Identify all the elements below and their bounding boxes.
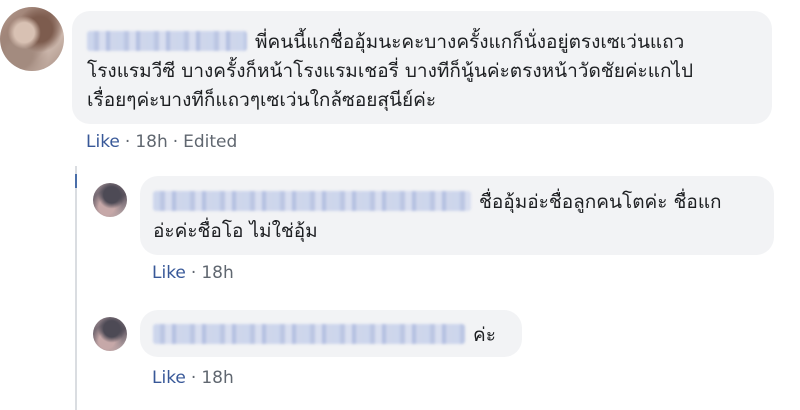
reply-actions: Like · 18h <box>152 368 234 388</box>
avatar[interactable] <box>93 317 127 351</box>
reply-text: ชื่ออุ้มอ่ะชื่อลูกคนโตค่ะ ชื่อแก อ่ะค่ะช… <box>153 188 756 246</box>
commenter-name-blurred[interactable] <box>153 324 465 344</box>
reply-body: ค่ะ <box>473 324 496 346</box>
avatar[interactable] <box>93 183 127 217</box>
reply-actions: Like · 18h <box>152 263 234 283</box>
like-button[interactable]: Like <box>152 368 186 388</box>
separator: · <box>124 132 131 152</box>
like-button[interactable]: Like <box>152 263 186 283</box>
avatar[interactable] <box>0 7 64 71</box>
comment-time[interactable]: 18h <box>135 132 167 152</box>
reply-time[interactable]: 18h <box>201 368 233 388</box>
like-button[interactable]: Like <box>86 132 120 152</box>
commenter-name-blurred[interactable] <box>87 31 247 51</box>
separator: · <box>172 132 179 152</box>
commenter-name-blurred[interactable] <box>153 191 471 211</box>
comment-text: พี่คนนี้แกชื่ออุ้มนะคะบางครั้งแกก็นั่งอย… <box>87 28 754 115</box>
comment-actions: Like · 18h · Edited <box>86 132 237 152</box>
comment-thread: พี่คนนี้แกชื่ออุ้มนะคะบางครั้งแกก็นั่งอย… <box>0 0 800 410</box>
separator: · <box>190 263 197 283</box>
reply-bubble: ชื่ออุ้มอ่ะชื่อลูกคนโตค่ะ ชื่อแก อ่ะค่ะช… <box>140 176 774 255</box>
reply-bubble: ค่ะ <box>140 310 522 357</box>
reply-text: ค่ะ <box>153 321 508 350</box>
reply-thread-line <box>75 166 77 410</box>
separator: · <box>190 368 197 388</box>
reply-time[interactable]: 18h <box>201 263 233 283</box>
comment-bubble: พี่คนนี้แกชื่ออุ้มนะคะบางครั้งแกก็นั่งอย… <box>72 11 772 124</box>
edited-label[interactable]: Edited <box>183 132 237 152</box>
